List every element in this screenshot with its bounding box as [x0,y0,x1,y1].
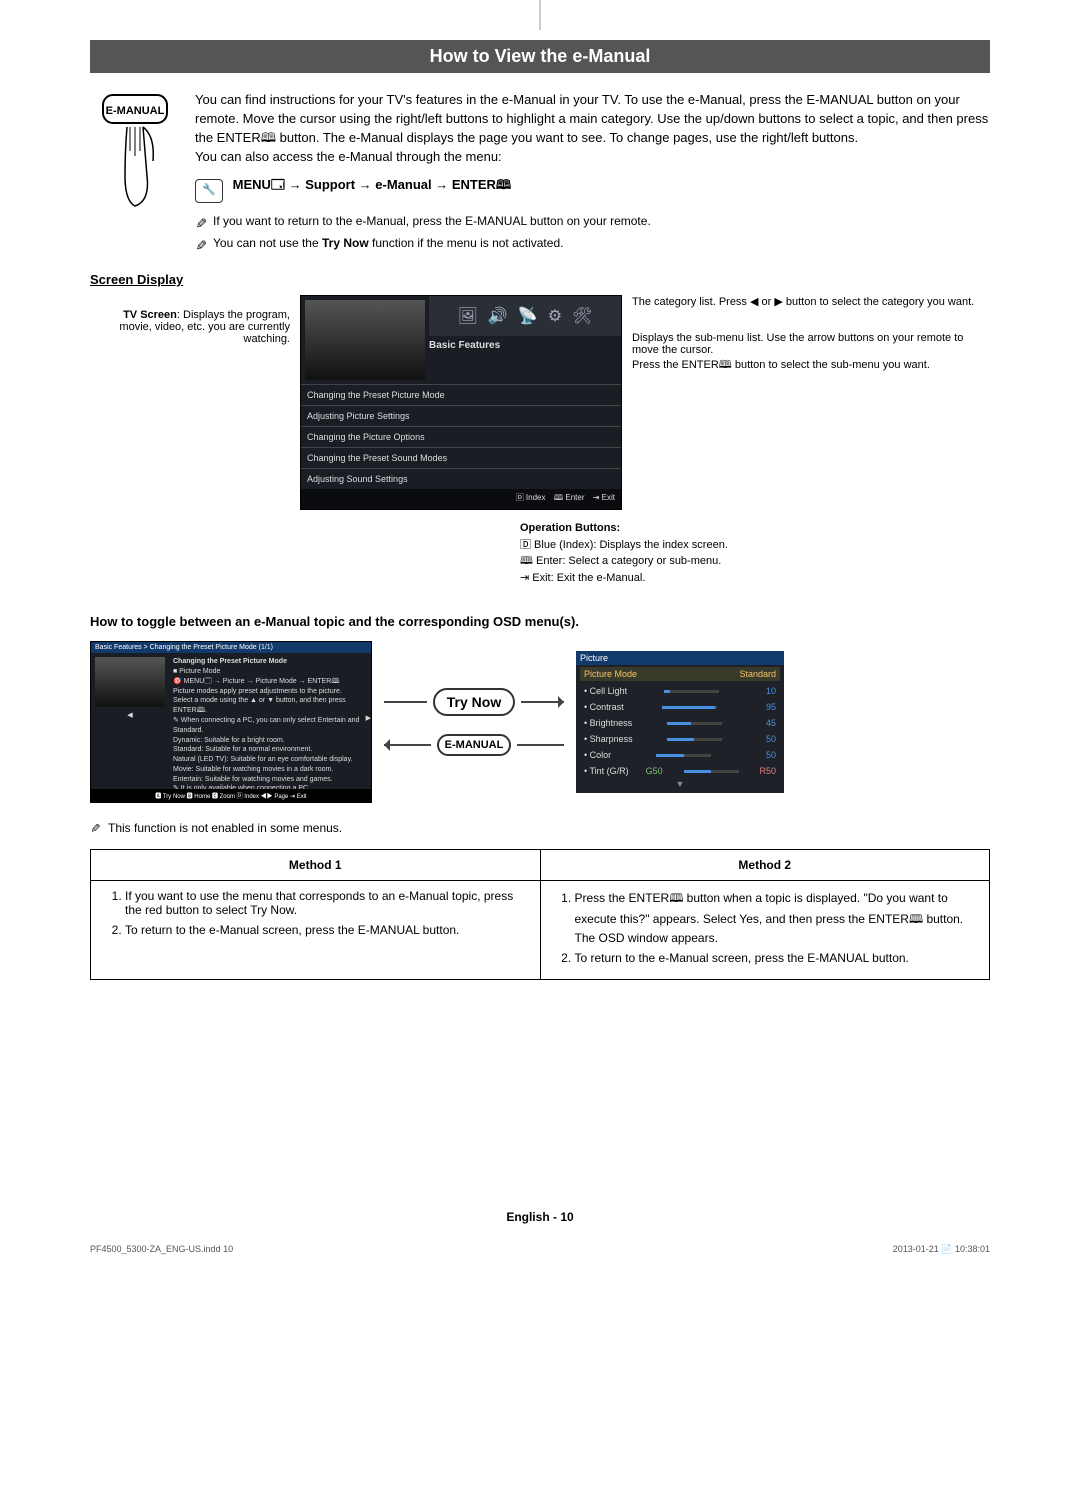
method2-step: To return to the e-Manual screen, press … [575,951,978,965]
picture-setting-row: • Cell Light10 [580,683,780,699]
screen-display-heading: Screen Display [90,272,990,287]
method1-step: To return to the e-Manual screen, press … [125,923,528,937]
page-footer: English - 10 [90,1210,990,1224]
method1-heading: Method 1 [91,850,541,881]
tv-thumbnail [305,300,425,380]
emanual-button-label: E-MANUAL [106,105,165,117]
note-trynow: You can not use the Try Now function if … [195,235,990,252]
manual-bullet: Natural (LED TV): Suitable for an eye co… [173,755,362,765]
menu-nav-icon: 🔧 [195,179,223,203]
tv-screen-label: TV Screen: Displays the program, movie, … [90,295,290,345]
category-icon-row: 🖼 🔊 📡 ⚙ 🛠 [429,296,621,336]
operation-buttons-block: Operation Buttons: 🄳 Blue (Index): Displ… [520,520,990,586]
manual-thumbnail [95,657,165,707]
menu-path: 🔧 MENU🗔 → Support → e-Manual → ENTER🕮 [195,176,990,203]
print-filename: PF4500_5300-ZA_ENG-US.indd 10 [90,1244,233,1255]
method2-step: Press the ENTER🕮 button when a topic is … [575,889,978,945]
note-return: If you want to return to the e-Manual, p… [195,213,990,230]
op-enter: 🕮 Enter: Select a category or sub-menu. [520,553,990,570]
print-metadata: PF4500_5300-ZA_ENG-US.indd 10 2013-01-21… [90,1244,990,1255]
submenu-label: Displays the sub-menu list. Use the arro… [632,332,990,375]
manual-footer-bar: 🅰 Try Now 🅱 Home 🅲 Zoom 🄳 Index ◀▶ Page … [91,789,371,802]
picture-setting-row: • Sharpness50 [580,731,780,747]
intro-section: E-MANUAL You can find instructions for y… [90,91,990,256]
manual-bullet: Dynamic: Suitable for a bright room. [173,736,362,746]
crop-mark-top [540,0,541,30]
picture-panel-title: Picture [576,651,784,665]
submenu-row: Adjusting Picture Settings [301,405,621,426]
category-icon: 🛠 [572,306,592,326]
submenu-row: Changing the Preset Picture Mode [301,384,621,405]
picture-setting-row: • Contrast95 [580,699,780,715]
manual-h2: Changing the Preset Picture Mode [173,657,362,667]
emanual-button-graphic: E-MANUAL [437,734,512,756]
category-list-label: The category list. Press ◀ or ▶ button t… [632,295,990,308]
category-icon: ⚙ [548,306,562,326]
print-timestamp: 2013-01-21 📄 10:38:01 [893,1244,990,1255]
submenu-row: Adjusting Sound Settings [301,468,621,489]
picture-setting-row: • Color50 [580,747,780,763]
intro-paragraph-2: You can also access the e-Manual through… [195,148,990,167]
manual-path: 🎯 MENU🗔 → Picture → Picture Mode → ENTER… [173,677,362,687]
remote-button-illustration: E-MANUAL [90,91,180,256]
tv-bottom-bar: 🄳 Index 🕮 Enter ⇥ Exit [301,489,621,509]
toggle-diagram: Basic Features > Changing the Preset Pic… [90,641,990,803]
method1-step: If you want to use the menu that corresp… [125,889,528,917]
page-title-banner: How to View the e-Manual [90,40,990,73]
methods-table: Method 1 Method 2 If you want to use the… [90,849,990,980]
manual-header: Basic Features > Changing the Preset Pic… [91,642,371,653]
menu-path-text: MENU🗔 → Support → e-Manual → ENTER🕮 [233,177,512,192]
note-not-enabled: This function is not enabled in some men… [90,821,990,835]
intro-paragraph-1: You can find instructions for your TV's … [195,91,990,148]
manual-bullet: Standard: Suitable for a normal environm… [173,745,362,755]
category-icon: 🔊 [488,306,508,326]
toggle-heading: How to toggle between an e-Manual topic … [90,614,990,629]
screen-display-diagram: TV Screen: Displays the program, movie, … [90,295,990,510]
manual-bullet: Movie: Suitable for watching movies in a… [173,765,362,775]
picture-setting-row: • Brightness45 [580,715,780,731]
category-icon: 🖼 [458,306,478,326]
op-blue: 🄳 Blue (Index): Displays the index scree… [520,537,990,554]
manual-hint: ✎ When connecting a PC, you can only sel… [173,716,362,736]
operation-buttons-heading: Operation Buttons: [520,520,990,537]
try-now-button-graphic: Try Now [433,688,515,716]
emanual-arrow: E-MANUAL [384,734,564,756]
submenu-row: Changing the Picture Options [301,426,621,447]
op-exit: ⇥ Exit: Exit the e-Manual. [520,570,990,587]
manual-bullet: Entertain: Suitable for watching movies … [173,775,362,785]
emanual-tv-mock: 🖼 🔊 📡 ⚙ 🛠 Basic Features Changing the Pr… [300,295,622,510]
category-icon: 📡 [518,306,538,326]
emanual-topic-screen: Basic Features > Changing the Preset Pic… [90,641,372,803]
picture-tint-row: • Tint (G/R) G50 R50 [580,763,780,779]
submenu-row: Changing the Preset Sound Modes [301,447,621,468]
picture-mode-row: Picture Mode Standard [580,667,780,681]
try-now-arrow: Try Now [384,688,564,716]
manual-desc: Picture modes apply preset adjustments t… [173,687,362,716]
osd-picture-panel: Picture Picture Mode Standard • Cell Lig… [576,651,784,793]
manual-h3: ■ Picture Mode [173,667,362,677]
method2-heading: Method 2 [540,850,990,881]
